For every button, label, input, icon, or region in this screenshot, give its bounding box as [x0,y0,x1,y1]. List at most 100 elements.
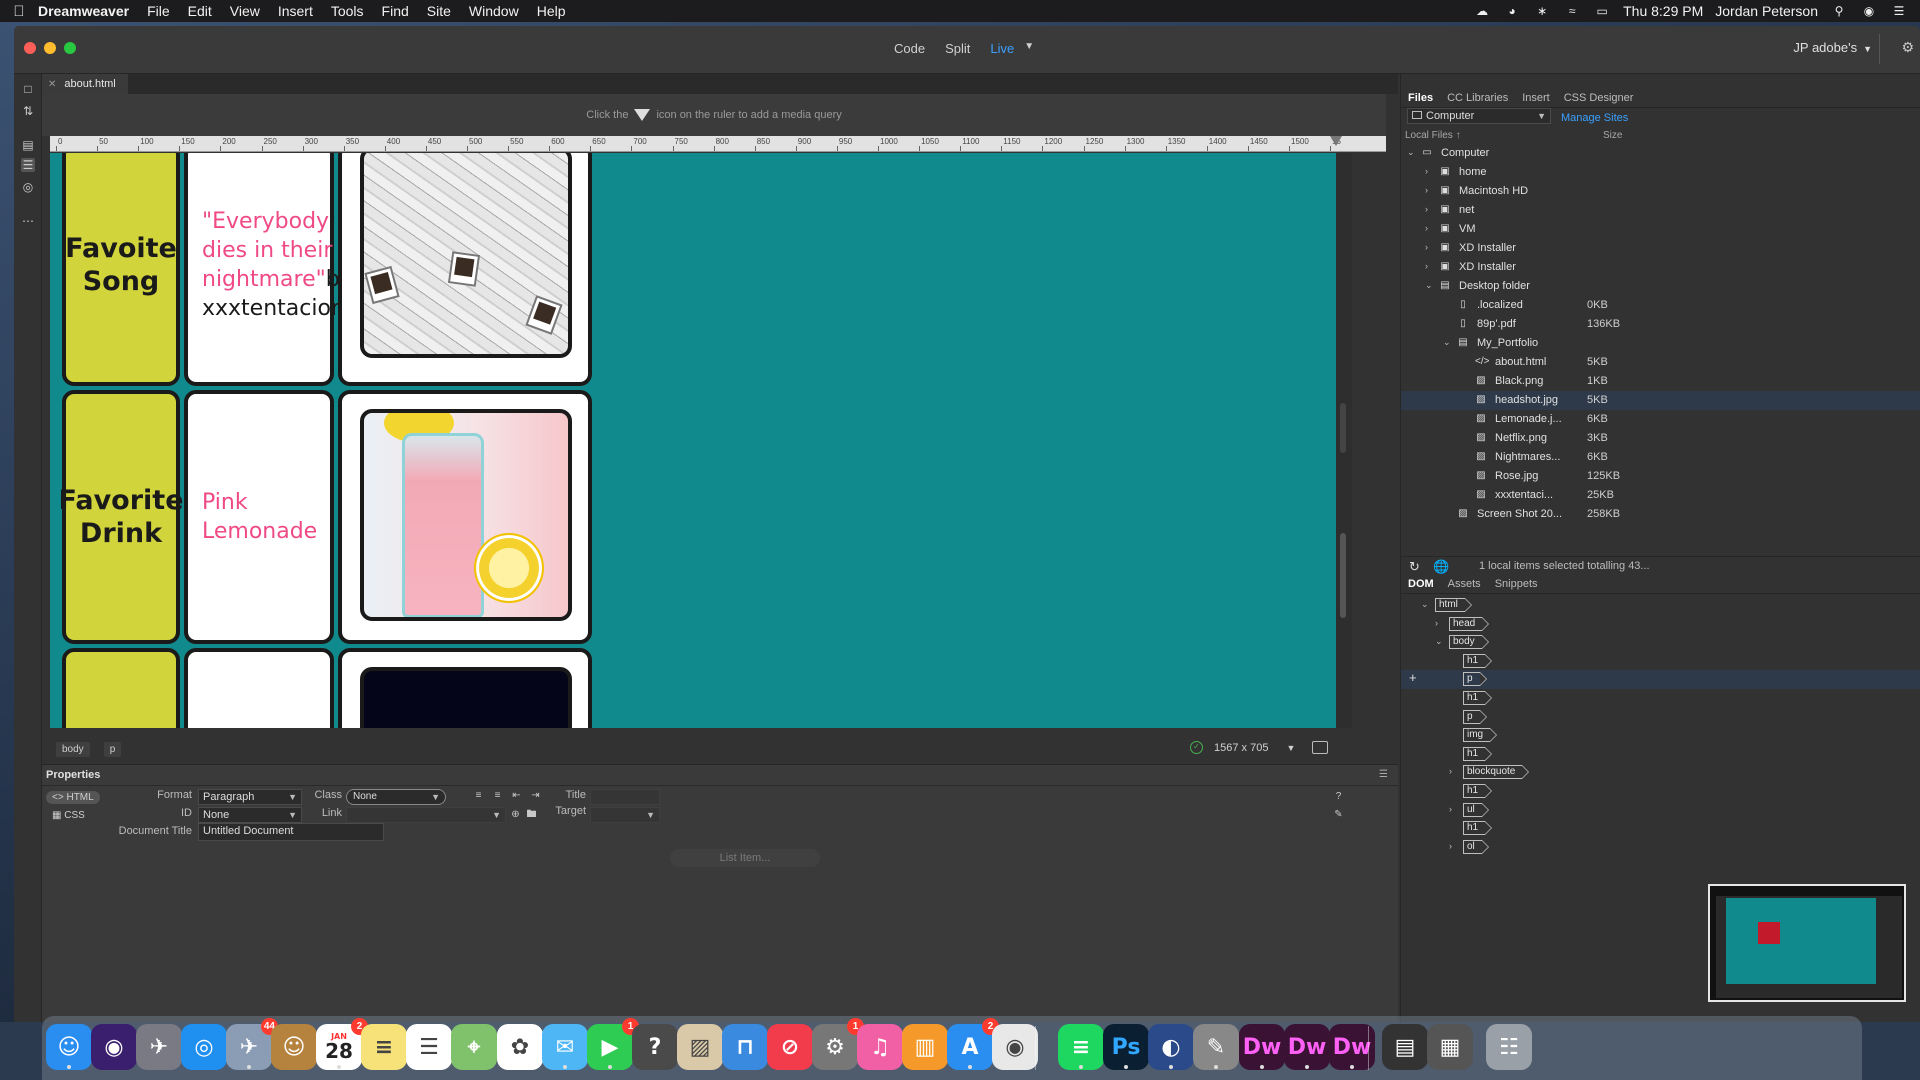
tab-dom[interactable]: DOM [1401,574,1441,593]
creative-cloud-icon[interactable]: ☁ [1473,4,1491,18]
dom-tree-row[interactable]: h1 [1401,745,1920,764]
ordered-list-icon[interactable]: ≡ [491,790,504,802]
browse-folder-icon[interactable]: 🖿 [525,809,538,821]
local-files-header[interactable]: Local Files ↑ [1405,130,1461,141]
dom-tree-row[interactable]: › ol [1401,838,1920,857]
file-tree-row[interactable]: › ▣ home [1401,163,1920,182]
ruler-width-marker-icon[interactable] [1330,136,1342,146]
file-tree-row[interactable]: ▨ Rose.jpg 125KB [1401,467,1920,486]
more-tools-icon[interactable]: ⋯ [21,214,35,228]
menu-window[interactable]: Window [469,3,519,19]
file-management-icon[interactable]: ⇅ [21,104,35,118]
app-store-icon[interactable]: A2 [947,1018,999,1070]
indent-icon[interactable]: ⇥ [529,790,542,802]
file-tree-row[interactable]: ▨ headshot.jpg 5KB [1401,391,1920,410]
tab-css-designer[interactable]: CSS Designer [1557,88,1641,107]
tag-body[interactable]: body [56,741,90,757]
menubar-clock[interactable]: Thu 8:29 PM [1623,3,1703,19]
file-tree-row[interactable]: ⌄ ▭ Computer [1401,144,1920,163]
wifi-icon[interactable]: ≈ [1563,4,1581,18]
chevron-down-icon[interactable]: ⌄ [1435,636,1443,647]
manage-sites-link[interactable]: Manage Sites [1561,112,1628,124]
live-code-icon[interactable]: ▤ [21,138,35,152]
table-row-image-cell[interactable] [338,153,592,386]
connect-icon[interactable]: 🌐 [1433,559,1449,575]
help-icon[interactable]: ? [632,1024,678,1070]
menubar-user[interactable]: Jordan Peterson [1715,3,1818,19]
tag-p[interactable]: p [103,741,122,757]
menu-view[interactable]: View [230,3,260,19]
system-preferences-icon[interactable]: ⚙ 1 [812,1018,864,1070]
safari-icon[interactable]: ◎ [181,1024,227,1070]
dom-node-tag[interactable]: h1 [1463,653,1493,668]
dom-node-tag[interactable]: h1 [1463,746,1493,761]
sync-icon[interactable]: ◕ [1503,4,1521,18]
table-row-label-cell[interactable]: Favoite Song [62,153,180,386]
menu-site[interactable]: Site [427,3,451,19]
calendar-icon[interactable]: JAN 28 2 [316,1018,368,1070]
minimize-window-button[interactable] [44,42,56,54]
chevron-down-icon[interactable]: ⌄ [1443,337,1451,348]
file-tree-row[interactable]: › ▣ net [1401,201,1920,220]
inspect-icon[interactable]: ◎ [21,180,35,194]
real-time-preview-icon[interactable] [1312,741,1328,754]
dom-tree-row[interactable]: + p [1401,670,1920,690]
tab-snippets[interactable]: Snippets [1488,574,1545,593]
dom-tree-row[interactable]: ⌄ html [1401,596,1920,615]
id-select[interactable]: None ▼ [198,807,302,823]
dom-tree-row[interactable]: h1 [1401,652,1920,671]
chrome-icon[interactable]: ◉ [992,1024,1038,1070]
siri-icon[interactable]: ◉ [91,1024,137,1070]
file-tree-row[interactable]: ▨ Netflix.png 3KB [1401,429,1920,448]
code-view-button[interactable]: Code [894,41,925,56]
tab-insert[interactable]: Insert [1515,88,1557,107]
apple-menu-icon[interactable]:  [0,3,38,20]
scrollbar-thumb[interactable] [1340,533,1346,618]
file-tree-row[interactable]: ▨ xxxtentaci... 25KB [1401,486,1920,505]
dom-node-tag[interactable]: p [1463,709,1486,724]
media-query-bar[interactable]: Click the icon on the ruler to add a med… [42,94,1386,136]
format-source-icon[interactable]: ☰ [21,158,35,172]
no-errors-check-icon[interactable]: ✓ [1190,741,1203,754]
file-tree-row[interactable]: ▯ .localized 0KB [1401,296,1920,315]
target-select[interactable]: ▼ [590,807,660,823]
file-tree-row[interactable]: › ▣ VM [1401,220,1920,239]
file-tree-row[interactable]: › ▣ Macintosh HD [1401,182,1920,201]
menu-find[interactable]: Find [382,3,409,19]
chevron-down-icon[interactable]: ⌄ [1407,147,1415,158]
dom-tree-row[interactable]: img [1401,726,1920,745]
dom-node-tag[interactable]: h1 [1463,821,1493,836]
dom-tree-row[interactable]: › ul [1401,801,1920,820]
photoshop-icon[interactable]: Ps [1103,1024,1149,1070]
chevron-right-icon[interactable]: › [1425,166,1428,176]
finder-icon[interactable]: ☺ [46,1024,92,1070]
point-to-file-icon[interactable]: ⊕ [509,809,522,821]
dom-node-tag[interactable]: blockquote [1463,765,1530,780]
chevron-right-icon[interactable]: › [1425,223,1428,233]
zoom-window-button[interactable] [64,42,76,54]
document-tab-about[interactable]: ✕ about.html [42,74,128,94]
file-tree-row[interactable]: ▨ Nightmares... 6KB [1401,448,1920,467]
messages-icon[interactable]: ✉ [542,1024,588,1070]
chevron-right-icon[interactable]: › [1425,185,1428,195]
class-select[interactable]: None ▼ [346,789,446,805]
dom-tree-row[interactable]: h1 [1401,782,1920,801]
table-row-image-cell[interactable] [338,648,592,728]
table-row-label-cell[interactable]: Favorite Drink [58,390,184,644]
account-menu[interactable]: JP adobe's ▼ [1793,40,1872,55]
chevron-right-icon[interactable]: › [1425,204,1428,214]
books-icon[interactable]: ▥ [902,1024,948,1070]
dom-node-tag[interactable]: p [1463,672,1486,687]
link-input[interactable]: ▼ [346,807,506,823]
dreamweaver-icon[interactable]: Dw [1239,1024,1285,1070]
menu-file[interactable]: File [147,3,170,19]
file-tree-row[interactable]: ▨ Screen Shot 20... 258KB [1401,505,1920,524]
dom-tree-row[interactable]: h1 [1401,689,1920,708]
preview-icon[interactable]: ▨ [677,1024,723,1070]
chevron-right-icon[interactable]: › [1449,766,1452,776]
file-tree-row[interactable]: </> about.html 5KB [1401,353,1920,372]
chevron-right-icon[interactable]: › [1449,804,1452,814]
recent-file-icon[interactable]: ▤ [1382,1024,1428,1070]
launchpad-icon[interactable]: ✈ [136,1024,182,1070]
title-input[interactable] [590,789,660,805]
